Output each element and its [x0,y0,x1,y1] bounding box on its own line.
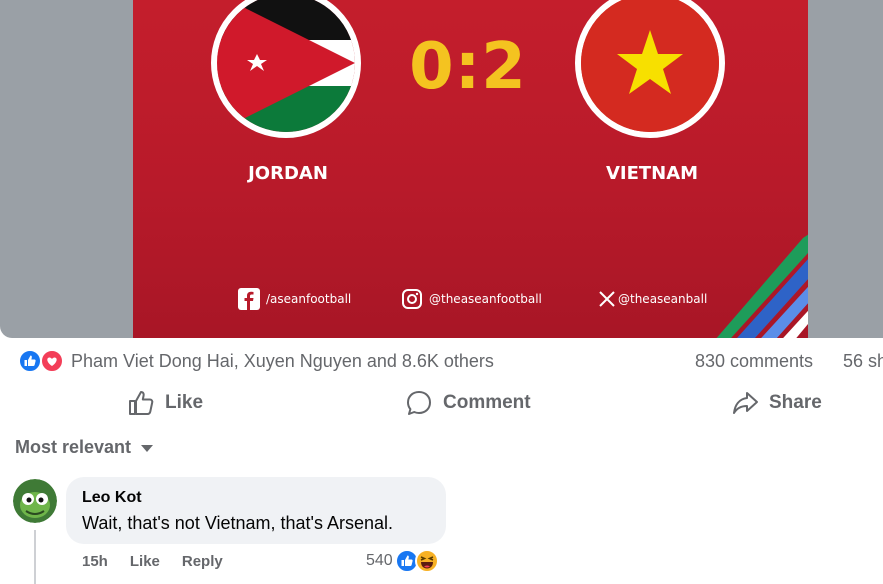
comment-label: Comment [443,392,531,413]
team-name-right: VIETNAM [605,163,699,184]
instagram-icon [401,288,423,310]
like-button[interactable]: Like [127,386,203,420]
comment-bubble-icon [407,391,431,415]
comment-reactions[interactable]: 540 [366,549,439,573]
share-label: Share [769,392,822,413]
post-media[interactable]: 0:2 JORDAN VIETNAM /aseanfootball @theas… [0,0,883,338]
social-handle: /aseanfootball [266,292,352,306]
decorative-stripes [716,234,808,338]
shares-count-link[interactable]: 56 sh [843,351,883,372]
comment-author[interactable]: Leo Kot [82,489,430,507]
media-side-panel [808,0,883,338]
post-actions: Like Comment Share [0,386,883,420]
caret-down-icon [141,444,154,452]
reaction-names-link[interactable]: Pham Viet Dong Hai, Xuyen Nguyen and 8.6… [71,351,494,372]
social-x: @theaseanball [598,287,707,311]
jordan-flag-icon [211,0,361,138]
avatar[interactable] [13,479,57,523]
comment-text: Wait, that's not Vietnam, that's Arsenal… [82,513,394,533]
comment-meta: 15h Like Reply [82,553,245,570]
haha-reaction-icon [414,549,439,573]
comment-sort-dropdown[interactable]: Most relevant [15,437,154,458]
social-handle: @theaseanfootball [429,292,542,306]
social-instagram: @theaseanfootball [401,287,542,311]
reaction-icons[interactable] [16,349,66,373]
social-facebook: /aseanfootball [238,287,351,311]
comments-count-link[interactable]: 830 comments [695,351,813,372]
facebook-icon [238,288,260,310]
comment-button[interactable]: Comment [405,386,531,420]
comment-timestamp[interactable]: 15h [82,553,108,570]
like-label: Like [165,392,204,413]
comment-like-button[interactable]: Like [130,553,160,570]
team-name-left: JORDAN [248,163,328,184]
reactions-summary: Pham Viet Dong Hai, Xuyen Nguyen and 8.6… [0,346,883,376]
share-button[interactable]: Share [731,386,822,420]
x-icon [598,290,616,308]
sort-label: Most relevant [15,437,132,457]
thread-line [34,530,36,584]
vietnam-flag-icon [575,0,725,138]
share-arrow-icon [733,392,758,414]
match-result-image[interactable]: 0:2 JORDAN VIETNAM /aseanfootball @theas… [133,0,808,338]
comment-reply-button[interactable]: Reply [182,553,223,570]
comment-reaction-count: 540 [366,552,393,569]
comment-bubble: Leo Kot Wait, that's not Vietnam, that's… [66,477,446,544]
social-handle: @theaseanball [618,292,708,306]
match-score: 0:2 [409,30,527,104]
thumbs-up-icon [129,391,154,415]
